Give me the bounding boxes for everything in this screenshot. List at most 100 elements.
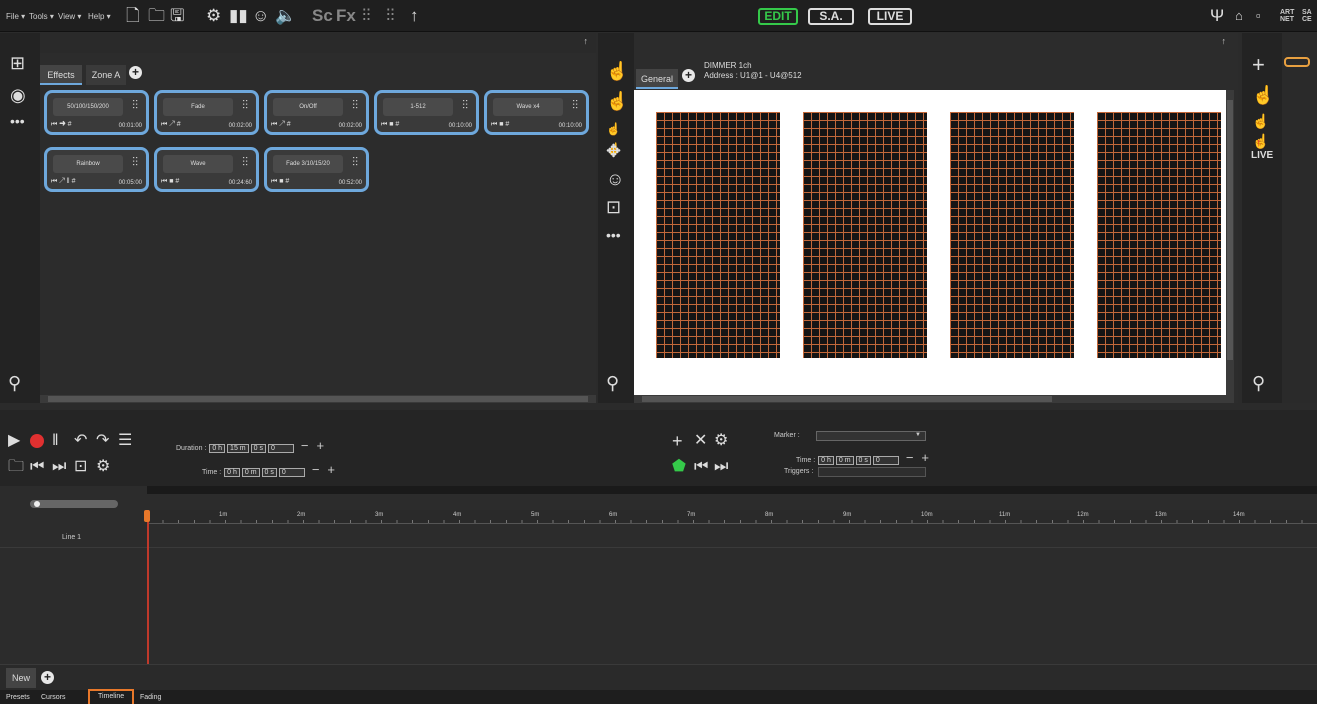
add-target-icon[interactable]: ◉ (10, 85, 26, 105)
edit-mode-button[interactable]: EDIT (758, 8, 798, 25)
fixture-settings-icon[interactable]: ☝ (606, 91, 628, 111)
panel-arrow-icon[interactable]: ↑ (584, 36, 589, 46)
move-icon[interactable]: ✥ (606, 141, 621, 161)
settings-gear-icon[interactable]: ⚙ (96, 458, 110, 476)
decrease-icon[interactable]: − (312, 462, 320, 477)
effect-card[interactable]: 50/100/150/200 ⫶⫶ ⏮ ➜ # 00:01:00 (44, 90, 149, 135)
save-icon[interactable]: 🖫 (170, 6, 184, 26)
marker-settings-icon[interactable]: ⚙ (714, 432, 728, 450)
effect-settings-icon[interactable]: ⫶⫶ (352, 98, 358, 113)
marker-select[interactable]: ▼ (816, 431, 926, 441)
next-marker-icon[interactable]: ⏭ (714, 458, 728, 476)
add-tab-icon[interactable]: + (682, 69, 695, 82)
effect-settings-icon[interactable]: ⫶⫶ (462, 98, 468, 113)
sound-icon[interactable]: 🔈 (275, 6, 296, 26)
network-icon[interactable]: ⌂ (1235, 6, 1243, 26)
panel-arrow-icon[interactable]: ↑ (1222, 36, 1227, 46)
time-ruler[interactable]: 1m 2m 3m 4m 5m 6m 7m 8m 9m 10m 11m 12m 1… (147, 510, 1317, 524)
effects-icon[interactable]: Fx (336, 6, 356, 26)
time-frames[interactable]: 0 (278, 468, 305, 477)
play-icon[interactable]: ▶ (8, 432, 20, 450)
skip-forward-icon[interactable]: ⏭ (52, 458, 66, 476)
lock-icon[interactable]: ⊡ (606, 197, 621, 217)
effect-settings-icon[interactable]: ⫶⫶ (132, 98, 138, 113)
tab-effects[interactable]: Effects (40, 65, 82, 85)
decrease-icon[interactable]: − (301, 438, 309, 453)
more-icon[interactable]: ••• (10, 111, 25, 131)
add-tab-icon[interactable]: + (129, 66, 142, 79)
effect-settings-icon[interactable]: ⫶⫶ (352, 155, 358, 170)
undo-icon[interactable]: ↶ (74, 432, 87, 450)
menu-tools[interactable]: Tools ▾ (29, 12, 54, 21)
fixture-canvas[interactable] (634, 90, 1226, 395)
effect-card[interactable]: 1-512 ⫶⫶ ⏮ ■ # 00:10:00 (374, 90, 479, 135)
scene-icon[interactable]: Sc (312, 6, 333, 26)
effect-settings-icon[interactable]: ⫶⫶ (242, 98, 248, 113)
delete-marker-icon[interactable]: ✕ (694, 432, 707, 450)
bar-chart-icon[interactable]: ▮▮ (229, 6, 248, 26)
settings-gear-icon[interactable]: ⚙ (206, 6, 221, 26)
increase-icon[interactable]: + (316, 438, 324, 453)
prev-marker-icon[interactable]: ⏮ (694, 458, 708, 476)
lock-icon[interactable]: ⊡ (74, 458, 87, 476)
duration-frames[interactable]: 0 (267, 444, 294, 453)
add-layout-icon[interactable]: ⊞ (10, 53, 25, 73)
decrease-icon[interactable]: − (906, 450, 914, 465)
tab-new[interactable]: New (6, 668, 36, 688)
fixture-vscroll-thumb[interactable] (1227, 100, 1233, 360)
zoom-slider[interactable] (30, 500, 118, 508)
marker-time-minutes[interactable]: 0 m (835, 456, 854, 465)
effect-card[interactable]: Fade 3/10/15/20 ⫶⫶ ⏮ ■ # 00:52:00 (264, 147, 369, 192)
timeline-line-row[interactable]: Line 1 (0, 528, 1317, 548)
search-icon[interactable]: ⚲ (606, 373, 619, 393)
effect-card[interactable]: Wave ⫶⫶ ⏮ ■ # 00:24:60 (154, 147, 259, 192)
add-marker-icon[interactable]: + (672, 432, 683, 450)
folder-icon[interactable]: 🗀 (8, 458, 24, 476)
fixture-scrollbar[interactable] (634, 395, 1234, 403)
playhead-handle[interactable] (144, 510, 150, 522)
live-mode-button[interactable]: LIVE (868, 8, 912, 25)
tab-cursors[interactable]: Cursors (41, 692, 66, 704)
fixture-scroll-thumb[interactable] (642, 396, 1052, 402)
add-fixture-icon[interactable]: ☝ (606, 61, 628, 81)
marker-time-seconds[interactable]: 0 s (855, 456, 871, 465)
dimmer-fixture-grid[interactable] (950, 112, 1074, 358)
sliders-alt-icon[interactable]: ⫶⫶ (386, 6, 395, 26)
duration-minutes[interactable]: 15 m (227, 444, 249, 453)
color-palette-icon[interactable]: ☺ (606, 169, 624, 189)
effect-settings-icon[interactable]: ⫶⫶ (132, 155, 138, 170)
sliders-icon[interactable]: ⫶⫶ (362, 6, 371, 26)
palette-icon[interactable]: ☺ (252, 6, 269, 26)
menu-help[interactable]: Help ▾ (88, 12, 111, 21)
add-icon[interactable]: + (1252, 54, 1265, 76)
record-icon[interactable] (30, 434, 44, 448)
tab-timeline[interactable]: Timeline (88, 689, 135, 704)
effects-scroll-thumb[interactable] (48, 396, 588, 402)
more-icon[interactable]: ••• (606, 225, 621, 245)
dimmer-fixture-grid[interactable] (656, 112, 780, 358)
triggers-input[interactable] (818, 467, 926, 477)
menu-file[interactable]: File ▾ (6, 12, 25, 21)
usb-icon[interactable]: Ψ (1210, 6, 1224, 26)
wifi-icon[interactable]: ▫ (1256, 6, 1261, 26)
search-icon[interactable]: ⚲ (8, 373, 21, 393)
marker-time-hours[interactable]: 0 h (818, 456, 834, 465)
time-hours[interactable]: 0 h (224, 468, 240, 477)
search-icon[interactable]: ⚲ (1252, 373, 1265, 393)
increase-icon[interactable]: + (921, 450, 929, 465)
tab-fading[interactable]: Fading (140, 692, 161, 704)
tab-presets[interactable]: Presets (6, 692, 30, 704)
effect-settings-icon[interactable]: ⫶⫶ (572, 98, 578, 113)
open-folder-icon[interactable]: 🗀 (148, 6, 165, 26)
effects-scrollbar[interactable] (40, 395, 596, 403)
timeline-overview[interactable] (147, 486, 1317, 494)
dimmer-fixture-grid[interactable] (803, 112, 927, 358)
effect-card[interactable]: Fade ⫶⫶ ⏮ ↗ # 00:02:00 (154, 90, 259, 135)
effect-settings-icon[interactable]: ⫶⫶ (242, 155, 248, 170)
fixture-vertical-scrollbar[interactable] (1226, 90, 1234, 395)
mini-badge[interactable] (1284, 57, 1310, 67)
add-sequence-icon[interactable]: + (41, 671, 54, 684)
playhead[interactable] (147, 510, 149, 664)
skip-back-icon[interactable]: ⏮ (30, 458, 44, 476)
zoom-slider-handle[interactable] (34, 501, 40, 507)
